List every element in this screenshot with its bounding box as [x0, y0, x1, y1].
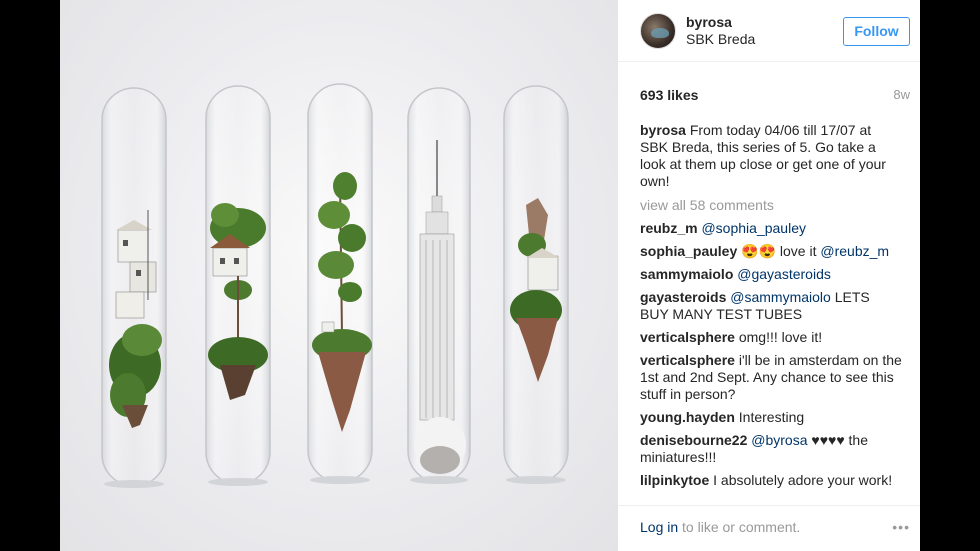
comment-username[interactable]: verticalsphere [640, 352, 735, 368]
comment-text: omg!!! love it! [738, 329, 823, 345]
post-footer: Log in to like or comment. ••• [618, 505, 920, 551]
instagram-post-frame: byrosa SBK Breda Follow 693 likes 8w byr… [60, 0, 920, 551]
comment-text: Interesting [738, 409, 805, 425]
comment-username[interactable]: lilpinkytoe [640, 472, 709, 488]
comment: sophia_pauley 😍😍 love it @reubz_m [640, 243, 902, 260]
login-link[interactable]: Log in [640, 519, 678, 535]
comments-list: reubz_m @sophia_pauley sophia_pauley 😍😍 … [640, 220, 902, 495]
likes-count[interactable]: 693 likes [640, 87, 698, 103]
more-options-icon[interactable]: ••• [892, 519, 910, 535]
tube-1 [101, 87, 167, 488]
post-photo[interactable] [60, 0, 618, 551]
tube-2 [205, 85, 271, 486]
comment: denisebourne22 @byrosa ♥♥♥♥ the miniatur… [640, 432, 902, 466]
comment-mention[interactable]: @sophia_pauley [701, 220, 806, 236]
comment-username[interactable]: sophia_pauley [640, 243, 737, 259]
comment-username[interactable]: young.hayden [640, 409, 735, 425]
comment-username[interactable]: sammymaiolo [640, 266, 733, 282]
comment-text: I absolutely adore your work! [713, 472, 893, 488]
comment: gayasteroids @sammymaiolo LETS BUY MANY … [640, 289, 902, 323]
follow-button[interactable]: Follow [843, 17, 910, 46]
tube-3 [307, 83, 373, 484]
comment-mention[interactable]: @byrosa [751, 432, 807, 448]
post-header: byrosa SBK Breda Follow [618, 0, 920, 62]
post-age[interactable]: 8w [893, 87, 910, 102]
comment-username[interactable]: reubz_m [640, 220, 698, 236]
comment: verticalsphere omg!!! love it! [640, 329, 902, 346]
comment: reubz_m @sophia_pauley [640, 220, 902, 237]
comment: verticalsphere i'll be in amsterdam on t… [640, 352, 902, 403]
profile-avatar[interactable] [640, 13, 676, 49]
tube-4 [407, 87, 471, 484]
post-caption: byrosa From today 04/06 till 17/07 at SB… [640, 122, 902, 190]
comment: young.hayden Interesting [640, 409, 902, 426]
comment: sammymaiolo @gayasteroids [640, 266, 902, 283]
comment-mention[interactable]: @sammymaiolo [730, 289, 831, 305]
comments-panel: byrosa SBK Breda Follow 693 likes 8w byr… [618, 0, 920, 551]
login-prompt-text: to like or comment. [682, 519, 801, 535]
comment-username[interactable]: denisebourne22 [640, 432, 747, 448]
login-prompt: Log in to like or comment. [640, 519, 800, 535]
tube-5 [503, 85, 569, 484]
comment-username[interactable]: gayasteroids [640, 289, 726, 305]
header-location[interactable]: SBK Breda [686, 31, 755, 47]
comment-mention[interactable]: @reubz_m [820, 243, 889, 259]
caption-username[interactable]: byrosa [640, 122, 686, 138]
header-username[interactable]: byrosa [686, 14, 732, 30]
comment-mention[interactable]: @gayasteroids [737, 266, 831, 282]
test-tube-miniatures-image [101, 83, 569, 488]
comment-username[interactable]: verticalsphere [640, 329, 735, 345]
comment-text: 😍😍 love it [741, 243, 817, 259]
comment: lilpinkytoe I absolutely adore your work… [640, 472, 902, 489]
view-all-comments-link[interactable]: view all 58 comments [640, 197, 774, 213]
